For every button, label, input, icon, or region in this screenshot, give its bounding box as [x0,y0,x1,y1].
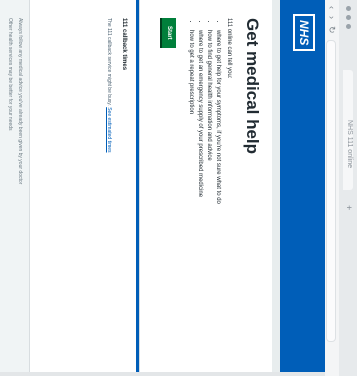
address-bar[interactable] [326,40,336,342]
callout-text: The 111 callback service might be busy. … [105,18,113,318]
window-controls[interactable] [346,6,351,29]
browser-tab-bar: NHS 111 online + [338,0,357,376]
intro-text: 111 online can tell you: [226,18,232,79]
forward-icon[interactable]: › [327,16,337,19]
scrollbar[interactable] [0,372,325,376]
list-item: how to get a repeat prescription [186,30,195,358]
page-footer: Always follow any medical advice you've … [0,0,30,376]
footer-line-2: Other health services may be better for … [7,18,13,131]
new-tab-button[interactable]: + [344,205,354,210]
site-header: NHS [280,0,325,376]
nhs-logo[interactable]: NHS [293,14,315,52]
browser-toolbar: ‹ › ↻ [324,0,339,376]
estimated-times-link[interactable]: See estimated times [106,107,112,152]
main-content: Get medical help 111 online can tell you… [0,0,272,376]
minimize-dot-icon[interactable] [346,15,351,20]
reload-icon[interactable]: ↻ [326,26,337,34]
zoom-dot-icon[interactable] [346,24,351,29]
list-item: where to get an emergency supply of your… [195,30,204,358]
page-title: Get medical help [243,18,262,155]
capabilities-list: where to get help for your symptoms, if … [186,18,222,358]
callout-accent [136,0,139,376]
list-item: where to get help for your symptoms, if … [213,30,222,358]
back-icon[interactable]: ‹ [327,6,337,9]
callout-body: The 111 callback service might be busy. [106,18,112,106]
footer-line-1: Always follow any medical advice you've … [17,18,23,185]
breadcrumb-band [272,0,280,376]
tab-title: NHS 111 online [346,120,353,168]
callback-callout: 111 callback times The 111 callback serv… [29,0,140,376]
list-item: how to find general health information a… [204,30,213,358]
callout-title: 111 callback times [121,18,127,71]
close-dot-icon[interactable] [346,6,351,11]
start-button[interactable]: Start [160,18,176,48]
rotated-page: NHS 111 online + ‹ › ↻ NHS Get medical h… [0,0,357,376]
